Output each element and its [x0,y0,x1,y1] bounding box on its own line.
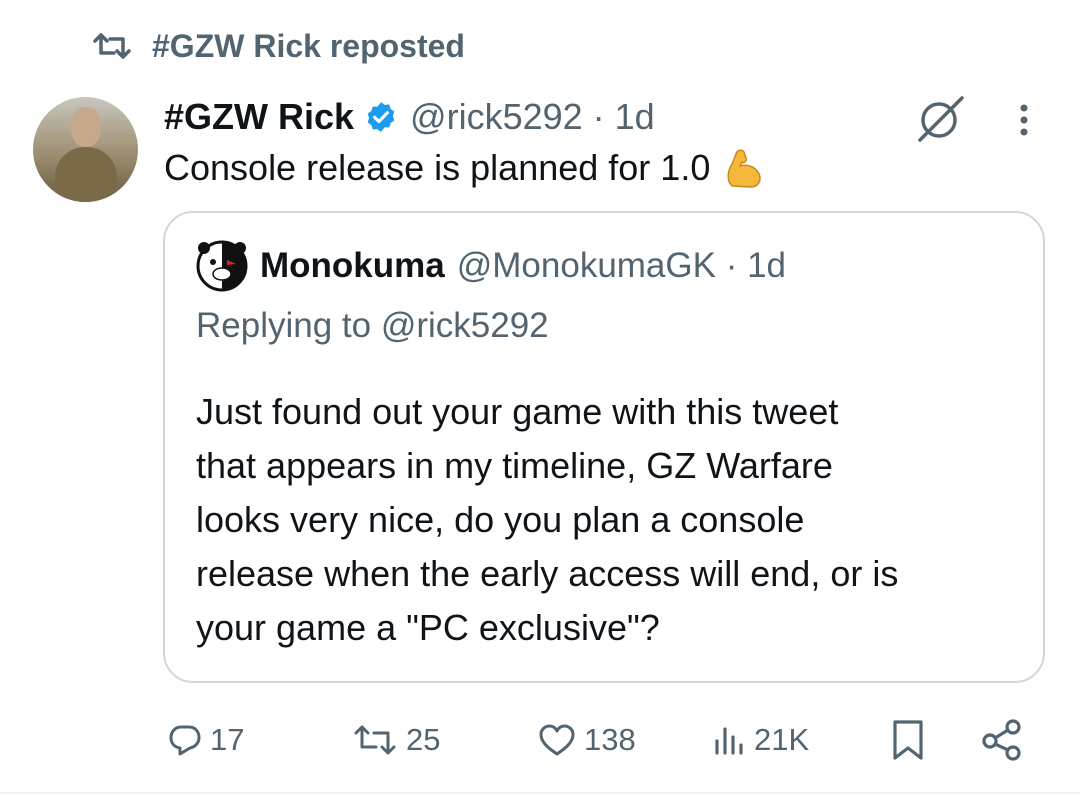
quoted-author-handle-time[interactable]: @MonokumaGK · 1d [457,246,786,286]
repost-icon [93,33,131,59]
repost-count: 25 [406,722,441,757]
replying-to-label[interactable]: Replying to @rick5292 [196,306,549,346]
repost-icon [354,725,396,755]
author-name[interactable]: #GZW Rick [164,96,354,138]
bookmark-icon[interactable] [888,718,928,762]
share-icon[interactable] [980,716,1024,762]
tweet-header: #GZW Rick @rick5292 · 1d [164,92,655,142]
quoted-tweet-header: Monokuma @MonokumaGK · 1d [196,240,786,292]
flexed-biceps-icon [727,149,762,188]
author-handle-time[interactable]: @rick5292 · 1d [410,96,655,138]
more-options-icon[interactable] [1012,100,1036,140]
views-count: 21K [754,722,810,757]
views-button[interactable]: 21K [712,714,809,766]
analytics-icon [715,727,743,755]
heart-icon [539,724,575,756]
tweet-body: Console release is planned for 1.0 [164,147,711,188]
repost-button[interactable]: 25 [352,714,440,766]
like-button[interactable]: 138 [538,714,636,766]
author-avatar[interactable] [33,97,138,202]
reply-count: 17 [210,722,245,757]
quoted-author-name[interactable]: Monokuma [260,246,445,286]
quoted-tweet-text: Just found out your game with this tweet… [196,391,899,648]
tweet-text: Console release is planned for 1.0 [164,144,766,192]
verified-badge-icon[interactable] [364,100,398,134]
monokuma-avatar-icon[interactable] [196,240,248,292]
like-count: 138 [584,722,636,757]
divider [0,792,1080,794]
grok-icon[interactable] [912,94,966,142]
repost-indicator[interactable]: #GZW Rick reposted [92,24,465,68]
reply-button[interactable]: 17 [168,714,244,766]
reply-icon [169,725,201,756]
repost-label: #GZW Rick reposted [152,27,465,64]
